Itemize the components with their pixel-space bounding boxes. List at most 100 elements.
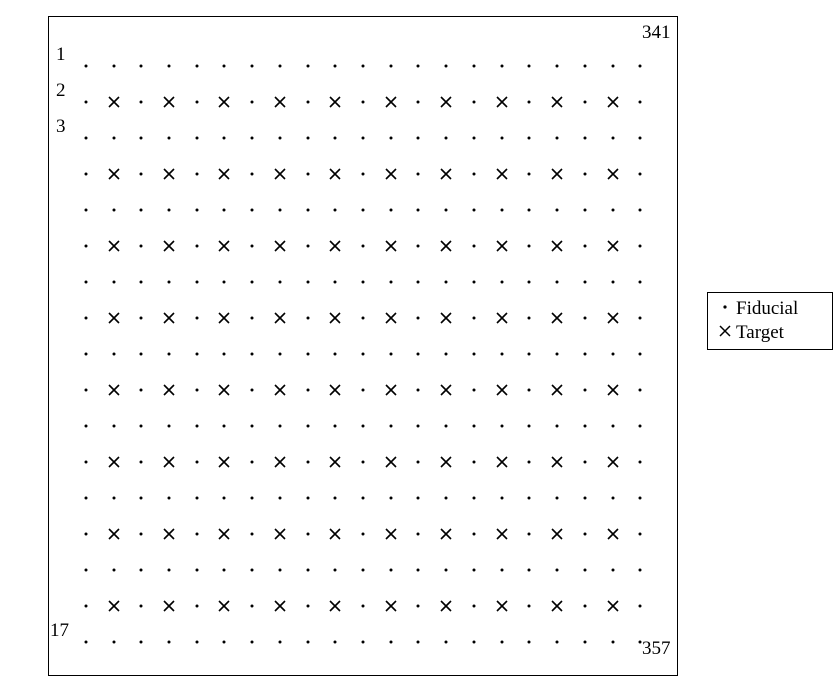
fiducial-marker xyxy=(626,516,654,552)
legend: Fiducial Target xyxy=(707,292,833,350)
fiducial-marker xyxy=(626,372,654,408)
fiducial-marker xyxy=(266,624,294,660)
target-marker xyxy=(377,156,405,192)
target-marker xyxy=(432,156,460,192)
fiducial-marker xyxy=(72,228,100,264)
fiducial-marker xyxy=(294,516,322,552)
target-marker xyxy=(266,372,294,408)
fiducial-marker xyxy=(238,444,266,480)
fiducial-marker xyxy=(571,516,599,552)
fiducial-marker xyxy=(72,588,100,624)
fiducial-marker xyxy=(516,480,544,516)
fiducial-marker xyxy=(100,192,128,228)
target-marker xyxy=(432,516,460,552)
grid-row xyxy=(72,624,654,660)
target-marker xyxy=(211,300,239,336)
fiducial-marker xyxy=(460,624,488,660)
fiducial-marker xyxy=(349,264,377,300)
fiducial-marker xyxy=(349,300,377,336)
fiducial-marker xyxy=(266,480,294,516)
fiducial-marker xyxy=(405,228,433,264)
fiducial-marker xyxy=(321,624,349,660)
fiducial-marker xyxy=(72,156,100,192)
fiducial-marker xyxy=(72,480,100,516)
fiducial-marker xyxy=(488,480,516,516)
target-marker xyxy=(377,228,405,264)
grid-row xyxy=(72,408,654,444)
fiducial-marker xyxy=(127,336,155,372)
fiducial-marker xyxy=(183,300,211,336)
legend-item-target: Target xyxy=(714,321,826,345)
target-marker xyxy=(321,228,349,264)
fiducial-marker xyxy=(516,372,544,408)
corner-label-341: 341 xyxy=(642,22,671,44)
fiducial-marker xyxy=(127,408,155,444)
target-marker xyxy=(432,300,460,336)
fiducial-marker xyxy=(488,48,516,84)
fiducial-marker xyxy=(626,300,654,336)
fiducial-marker xyxy=(72,84,100,120)
fiducial-marker xyxy=(321,408,349,444)
fiducial-marker xyxy=(460,300,488,336)
fiducial-marker xyxy=(294,300,322,336)
fiducial-marker xyxy=(571,444,599,480)
fiducial-marker xyxy=(183,552,211,588)
fiducial-marker xyxy=(183,156,211,192)
fiducial-marker xyxy=(321,264,349,300)
fiducial-marker xyxy=(183,120,211,156)
target-marker xyxy=(155,84,183,120)
fiducial-marker xyxy=(349,444,377,480)
target-marker xyxy=(100,84,128,120)
fiducial-marker xyxy=(405,444,433,480)
fiducial-marker xyxy=(266,192,294,228)
target-marker xyxy=(155,588,183,624)
fiducial-marker xyxy=(127,588,155,624)
fiducial-marker xyxy=(100,336,128,372)
fiducial-marker xyxy=(543,552,571,588)
fiducial-marker xyxy=(377,192,405,228)
fiducial-marker xyxy=(72,372,100,408)
fiducial-marker xyxy=(183,444,211,480)
fiducial-marker xyxy=(488,336,516,372)
fiducial-marker xyxy=(432,624,460,660)
fiducial-marker xyxy=(294,552,322,588)
fiducial-marker xyxy=(516,264,544,300)
fiducial-marker xyxy=(72,444,100,480)
grid-row xyxy=(72,300,654,336)
fiducial-marker xyxy=(460,156,488,192)
fiducial-marker xyxy=(599,408,627,444)
fiducial-marker xyxy=(266,264,294,300)
fiducial-marker xyxy=(211,48,239,84)
target-marker xyxy=(155,444,183,480)
row-label-1: 1 xyxy=(56,44,66,66)
fiducial-marker xyxy=(294,48,322,84)
grid-row xyxy=(72,480,654,516)
target-marker xyxy=(321,444,349,480)
target-marker xyxy=(211,84,239,120)
fiducial-marker xyxy=(349,516,377,552)
fiducial-marker xyxy=(100,624,128,660)
fiducial-marker xyxy=(211,264,239,300)
fiducial-marker xyxy=(294,480,322,516)
fiducial-marker xyxy=(516,84,544,120)
target-marker xyxy=(599,84,627,120)
fiducial-marker xyxy=(488,120,516,156)
target-marker xyxy=(543,588,571,624)
fiducial-marker xyxy=(460,480,488,516)
target-marker xyxy=(432,588,460,624)
row-label-text: 2 xyxy=(56,80,66,101)
target-marker xyxy=(155,372,183,408)
target-marker xyxy=(211,372,239,408)
fiducial-marker xyxy=(432,264,460,300)
fiducial-marker xyxy=(460,444,488,480)
fiducial-marker xyxy=(183,480,211,516)
fiducial-marker xyxy=(516,300,544,336)
fiducial-marker xyxy=(543,120,571,156)
fiducial-marker xyxy=(349,624,377,660)
fiducial-marker xyxy=(183,516,211,552)
target-marker xyxy=(599,444,627,480)
fiducial-marker xyxy=(405,624,433,660)
fiducial-marker xyxy=(155,192,183,228)
fiducial-marker xyxy=(127,552,155,588)
fiducial-marker xyxy=(377,336,405,372)
